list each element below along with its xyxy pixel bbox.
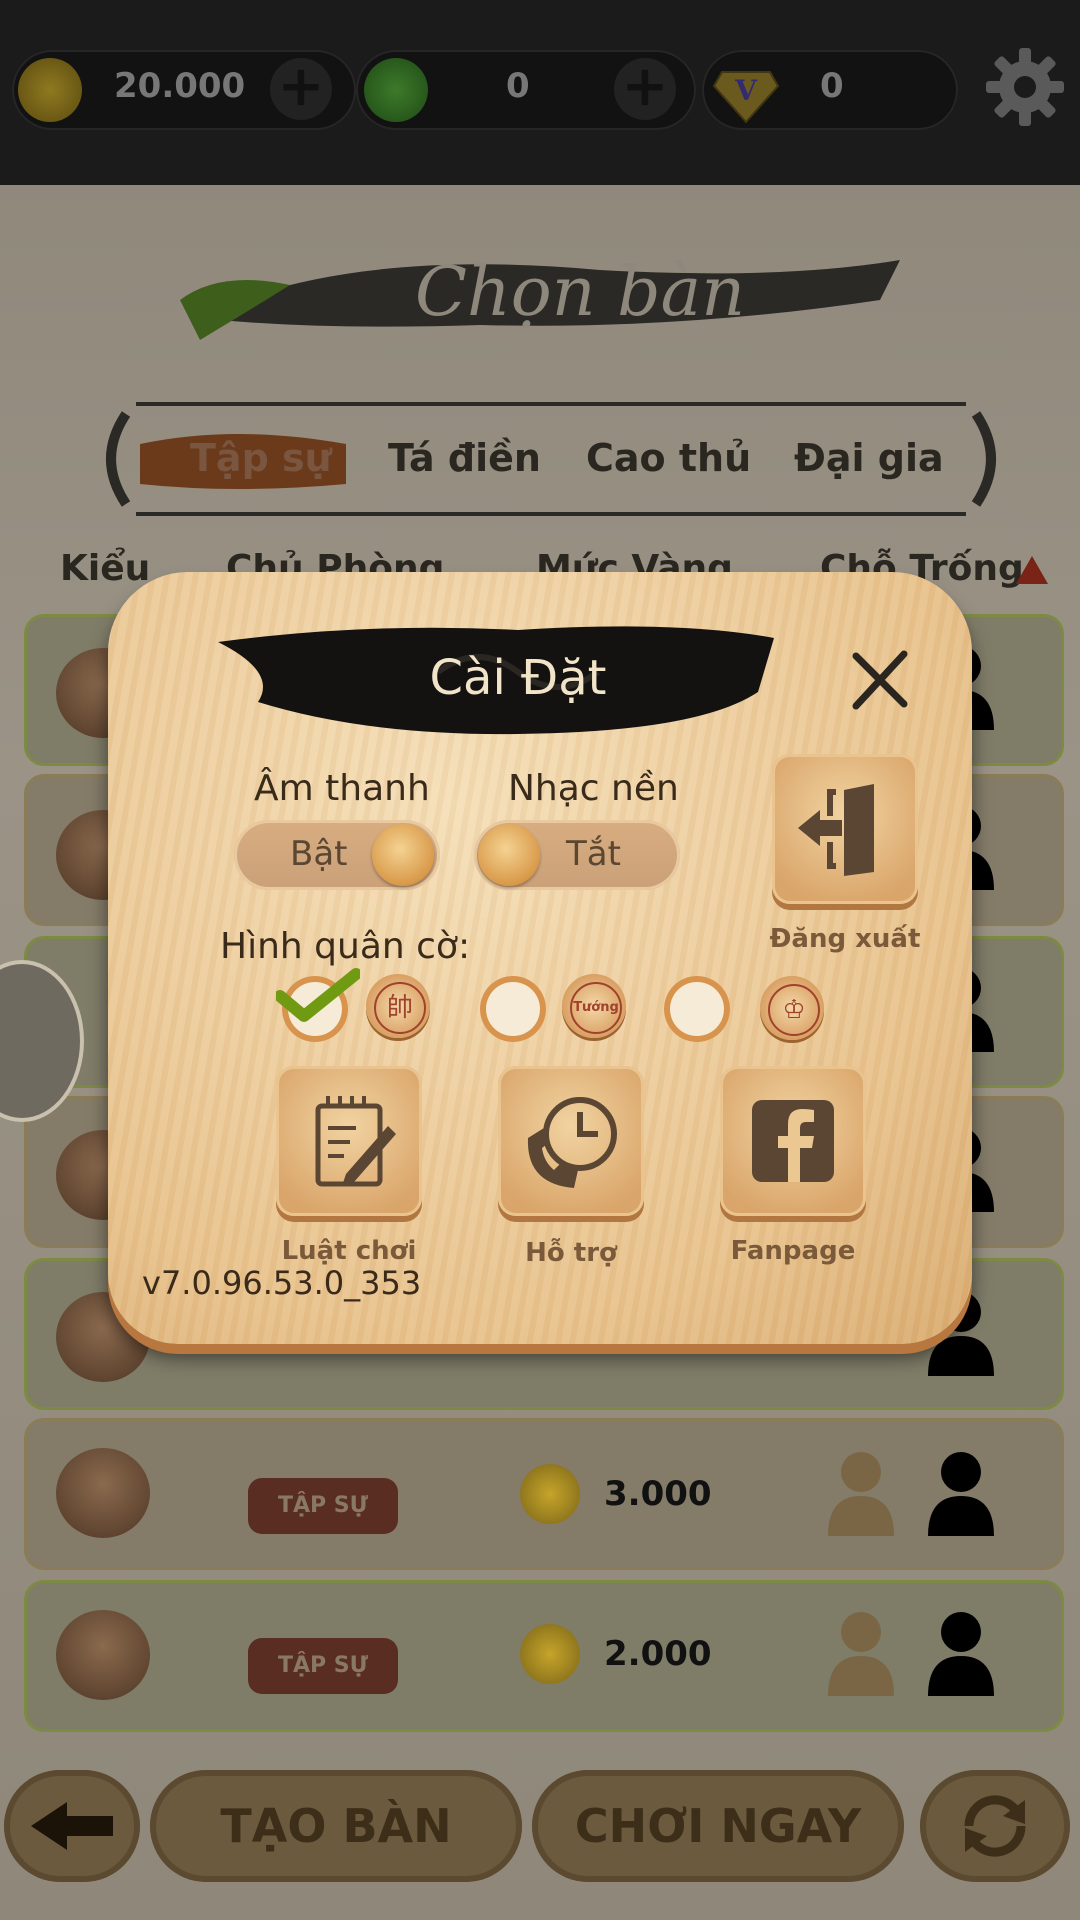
piece-style-radio-western[interactable] [664,976,730,1042]
sound-label: Âm thanh [254,768,430,809]
support-label: Hỗ trợ [525,1238,617,1268]
settings-dialog: Cài Đặt Âm thanh Bật Nhạc nền Tắt Đăng x… [108,572,972,1344]
sound-toggle-knob [372,824,434,886]
logout-label: Đăng xuất [769,924,921,954]
phone-clock-icon [527,1097,617,1188]
piece-vietnamese-icon: Tướng [562,974,626,1038]
close-icon[interactable] [850,650,910,710]
rules-button[interactable] [276,1066,422,1216]
rules-label: Luật chơi [281,1236,417,1266]
piece-chinese-icon: 帥 [366,974,430,1038]
fanpage-button[interactable] [720,1066,866,1216]
logout-door-icon [798,784,874,876]
piece-style-radio-vietnamese[interactable] [480,976,546,1042]
sound-toggle[interactable]: Bật [234,820,440,890]
music-label: Nhạc nền [508,768,679,809]
facebook-icon [752,1100,834,1182]
dialog-title: Cài Đặt [429,650,607,706]
piece-style-label: Hình quân cờ: [220,926,471,967]
music-state: Tắt [566,834,621,874]
music-toggle[interactable]: Tắt [474,820,680,890]
version-text: v7.0.96.53.0_353 [142,1264,422,1302]
music-toggle-knob [478,824,540,886]
sound-state: Bật [290,834,348,874]
logout-button[interactable] [772,754,918,904]
checkmark-icon [276,968,360,1022]
fanpage-label: Fanpage [730,1236,856,1266]
piece-western-icon: ♔ [760,976,824,1040]
support-button[interactable] [498,1066,644,1216]
notepad-pencil-icon [315,1096,396,1187]
